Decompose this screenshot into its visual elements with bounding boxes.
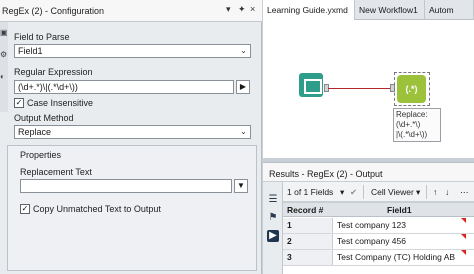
output-method-value: Replace: [18, 127, 52, 137]
results-toolbar: 1 of 1 Fields ▾ ✔ Cell Viewer ▾ ↑ ↓ ⋯: [283, 182, 474, 202]
grid-header: Record # Field1: [283, 203, 474, 217]
row-number: 1: [283, 218, 333, 233]
pin-icon[interactable]: ✦: [238, 4, 246, 15]
chevron-down-icon[interactable]: ▾: [416, 187, 420, 198]
regex-input[interactable]: (\d+.*)\|(.*\d+\)): [14, 80, 234, 94]
results-title: Results - RegEx (2) - Output: [269, 169, 383, 179]
regex-tool-icon[interactable]: (.*): [397, 75, 426, 103]
column-header-record[interactable]: Record #: [287, 205, 323, 215]
properties-group: Properties Replacement Text ▼ ✓ Copy Unm…: [7, 145, 257, 271]
row-value: Test company 123: [337, 220, 406, 230]
chevron-down-icon: ⌄: [240, 46, 247, 55]
panel-options-icon[interactable]: ▾: [226, 4, 231, 15]
annotation-line: Replace:: [396, 110, 428, 119]
truncation-marker-icon: [461, 234, 466, 239]
results-grid: Record # Field1 1 Test company 123 2 Tes…: [283, 203, 474, 274]
workflow-connector[interactable]: [328, 88, 394, 89]
table-row[interactable]: 1 Test company 123: [283, 218, 474, 234]
column-header-field1[interactable]: Field1: [387, 205, 412, 215]
row-value: Test company 456: [337, 236, 406, 246]
table-row[interactable]: 3 Test Company (TC) Holding AB: [283, 250, 474, 266]
copy-unmatched-checkbox[interactable]: ✓: [20, 204, 30, 214]
table-view-icon[interactable]: ☰: [267, 194, 279, 206]
tab-autom[interactable]: Autom: [425, 0, 474, 20]
tab-new-workflow[interactable]: New Workflow1: [355, 0, 425, 20]
tab-learning-guide[interactable]: Learning Guide.yxmd: [263, 0, 355, 20]
field-to-parse-label: Field to Parse: [14, 32, 70, 42]
regex-insert-button[interactable]: ▶: [236, 80, 250, 94]
replacement-insert-button[interactable]: ▼: [234, 179, 248, 193]
sort-up-icon[interactable]: ↑: [433, 187, 437, 197]
output-method-label: Output Method: [14, 113, 74, 123]
input-tool-icon[interactable]: [299, 73, 323, 97]
toolbar-divider: [426, 185, 427, 199]
regex-value: (\d+.*)\|(.*\d+\)): [18, 82, 78, 92]
workflow-tab-bar: Learning Guide.yxmd New Workflow1 Autom: [263, 0, 474, 20]
configuration-panel: RegEx (2) - Configuration ▾ ✦ × ▣ ⚙ ◐ Fi…: [0, 0, 262, 274]
truncation-marker-icon: [461, 218, 466, 223]
properties-label: Properties: [20, 150, 62, 160]
truncation-marker-icon: [461, 250, 466, 255]
close-icon[interactable]: ×: [250, 4, 255, 14]
flag-icon[interactable]: ⚑: [267, 212, 279, 224]
regex-label: Regular Expression: [14, 67, 93, 77]
data-view-icon[interactable]: ▶: [267, 230, 279, 242]
more-icon[interactable]: ⋯: [460, 187, 469, 198]
cell-viewer-button[interactable]: Cell Viewer: [371, 187, 414, 197]
config-icon[interactable]: ▣: [0, 28, 8, 37]
row-value: Test Company (TC) Holding AB: [337, 252, 456, 262]
chevron-down-icon[interactable]: ▾: [340, 187, 344, 198]
table-row[interactable]: 2 Test company 456: [283, 234, 474, 250]
annotation-icon[interactable]: ⚙: [0, 50, 7, 59]
results-title-bar: Results - RegEx (2) - Output: [263, 162, 474, 182]
check-icon[interactable]: ✔: [350, 187, 357, 198]
tool-annotation: Replace: (\d+.*\) |\(.*\d+\)): [393, 108, 441, 142]
case-insensitive-checkbox[interactable]: ✓: [14, 98, 24, 108]
case-insensitive-label: Case Insensitive: [27, 98, 94, 108]
annotation-line: (\d+.*\): [396, 120, 421, 129]
annotation-line: |\(.*\d+\)): [396, 130, 428, 139]
row-number: 3: [283, 250, 333, 265]
fields-selector[interactable]: 1 of 1 Fields: [287, 187, 333, 197]
field-to-parse-dropdown[interactable]: Field1 ⌄: [14, 44, 251, 58]
chevron-down-icon: ⌄: [240, 127, 247, 136]
field-to-parse-value: Field1: [18, 46, 43, 56]
sort-down-icon[interactable]: ↓: [445, 187, 449, 197]
copy-unmatched-label: Copy Unmatched Text to Output: [33, 204, 161, 214]
toolbar-divider: [363, 185, 364, 199]
panel-title-bar: RegEx (2) - Configuration ▾ ✦ ×: [0, 0, 262, 22]
panel-title: RegEx (2) - Configuration: [2, 6, 105, 16]
meta-icon[interactable]: ◐: [0, 72, 5, 81]
results-side-toolbar: ☰ ⚑ ☷ ▶: [263, 182, 283, 274]
row-number: 2: [283, 234, 333, 249]
replacement-text-input[interactable]: [20, 179, 232, 193]
config-side-strip: ▣ ⚙ ◐: [0, 22, 8, 112]
output-method-dropdown[interactable]: Replace ⌄: [14, 125, 251, 139]
replacement-text-label: Replacement Text: [20, 167, 92, 177]
workflow-canvas[interactable]: [263, 20, 474, 158]
